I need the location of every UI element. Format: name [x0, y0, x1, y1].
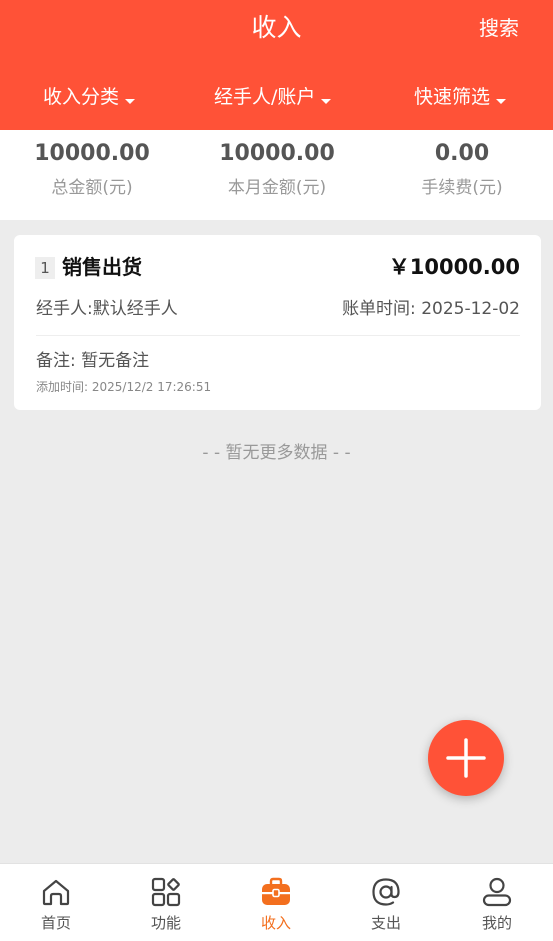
card-divider — [36, 335, 520, 336]
record-added-time: 添加时间: 2025/12/2 17:26:51 — [36, 380, 212, 394]
summary-fee-label: 手续费(元) — [421, 178, 503, 198]
page-title: 收入 — [251, 13, 302, 42]
record-remark: 备注: 暂无备注 — [36, 351, 150, 371]
tab-home[interactable]: 首页 — [1, 864, 111, 941]
filter-bar: 收入分类 经手人/账户 快速筛选 — [0, 80, 553, 114]
bottom-tab-bar: 首页 功能 收入 支出 我的 — [0, 863, 553, 941]
summary-total-value: 10000.00 — [34, 141, 150, 166]
tab-mine-label: 我的 — [481, 914, 512, 932]
filter-handler-account-label: 经手人/账户 — [214, 86, 316, 108]
filter-category-label: 收入分类 — [43, 86, 120, 108]
search-button[interactable]: 搜索 — [479, 13, 519, 43]
tab-functions-label: 功能 — [150, 914, 181, 932]
caret-down-icon — [125, 99, 136, 104]
summary-fee: 0.00 手续费(元) — [370, 138, 553, 203]
income-record-card[interactable]: 1 销售出货 ￥10000.00 经手人:默认经手人 账单时间: 2025-12… — [14, 235, 541, 410]
home-icon — [42, 879, 70, 906]
summary-month-label: 本月金额(元) — [227, 178, 327, 198]
tab-mine[interactable]: 我的 — [442, 864, 552, 941]
tab-home-label: 首页 — [40, 914, 71, 932]
caret-down-icon — [496, 99, 507, 104]
record-amount: ￥10000.00 — [388, 255, 520, 279]
summary-month-value: 10000.00 — [219, 141, 335, 166]
at-icon — [372, 878, 400, 906]
tab-functions[interactable]: 功能 — [111, 864, 221, 941]
summary-fee-value: 0.00 — [434, 141, 490, 166]
top-header: 收入 搜索 收入分类 经手人/账户 快速筛选 — [0, 0, 553, 130]
user-icon — [482, 877, 512, 907]
filter-category-dropdown[interactable]: 收入分类 — [43, 80, 136, 114]
add-income-button[interactable] — [428, 720, 504, 796]
list-end-text: - - 暂无更多数据 - - — [202, 443, 351, 463]
record-handler: 经手人:默认经手人 — [36, 299, 178, 319]
filter-quick-label: 快速筛选 — [414, 86, 491, 108]
toolbox-icon — [262, 877, 290, 905]
record-title: 销售出货 — [62, 255, 142, 279]
tab-expense-label: 支出 — [370, 914, 401, 932]
apps-grid-icon — [151, 877, 181, 907]
filter-handler-account-dropdown[interactable]: 经手人/账户 — [214, 80, 332, 114]
summary-total: 10000.00 总金额(元) — [0, 138, 184, 203]
record-bill-time: 账单时间: 2025-12-02 — [342, 299, 520, 319]
plus-icon — [446, 738, 486, 778]
summary-total-label: 总金额(元) — [51, 178, 133, 198]
tab-expense[interactable]: 支出 — [331, 864, 441, 941]
caret-down-icon — [321, 99, 332, 104]
summary-panel: 10000.00 总金额(元) 10000.00 本月金额(元) 0.00 手续… — [0, 130, 553, 220]
record-index: 1 — [35, 257, 55, 279]
summary-month: 10000.00 本月金额(元) — [185, 138, 369, 203]
tab-income[interactable]: 收入 — [221, 864, 331, 941]
tab-income-label: 收入 — [260, 914, 291, 932]
filter-quick-dropdown[interactable]: 快速筛选 — [414, 80, 507, 114]
